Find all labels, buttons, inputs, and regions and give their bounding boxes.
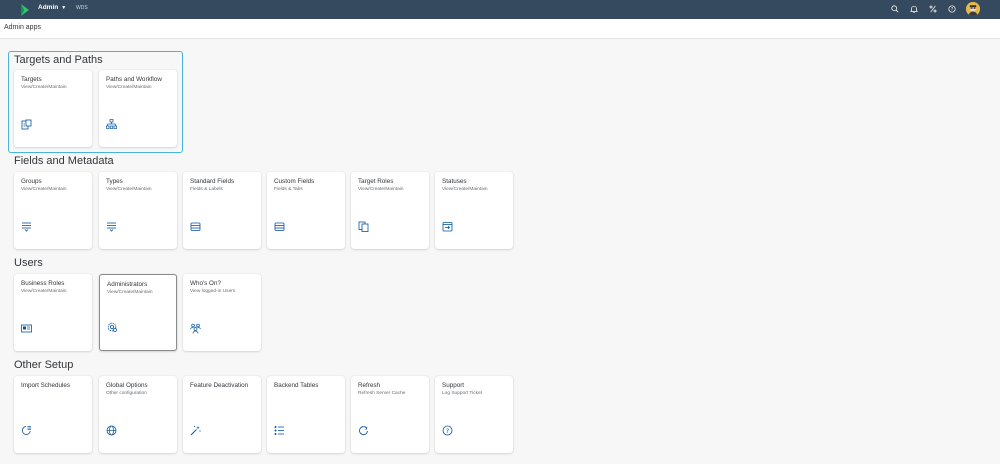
- tile-title: Types: [106, 178, 123, 185]
- globe-icon: [106, 425, 117, 436]
- tile-title: Feature Deactivation: [190, 382, 249, 389]
- admin-gear-icon: [107, 322, 118, 333]
- tile-subtitle: View/Create/Maintain: [442, 186, 488, 192]
- percent-icon[interactable]: [928, 4, 938, 14]
- schedule-icon: [21, 425, 32, 436]
- help-icon: ?: [442, 425, 453, 436]
- tile-global-options[interactable]: Global Options Other configuration: [99, 376, 177, 453]
- shell-bar: Admin ▼ WDS ?: [0, 0, 1000, 19]
- targets-icon: [21, 119, 32, 130]
- tile-title: Custom Fields: [274, 178, 315, 185]
- tile-paths-workflow[interactable]: Paths and Workflow View/Create/Maintain: [99, 70, 177, 147]
- tile-title: Who's On?: [190, 280, 221, 287]
- bullet-list-icon: [274, 425, 285, 436]
- page-title: Admin apps: [4, 24, 41, 31]
- tile-subtitle: Refresh Server Cache: [358, 390, 406, 396]
- tile-statuses[interactable]: Statuses View/Create/Maintain: [435, 172, 513, 249]
- calendar-arrow-icon: [442, 221, 453, 232]
- tile-subtitle: View/Create/Maintain: [358, 186, 404, 192]
- section-title-other-setup: Other Setup: [14, 359, 74, 371]
- tile-title: Groups: [21, 178, 42, 185]
- tile-custom-fields[interactable]: Custom Fields Fields & Tabs: [267, 172, 345, 249]
- tile-import-schedules[interactable]: Import Schedules: [14, 376, 92, 453]
- tile-targets[interactable]: Targets View/Create/Maintain: [14, 70, 92, 147]
- list-down-icon: [106, 221, 117, 232]
- tile-whos-on[interactable]: Who's On? View logged-in Users: [183, 274, 261, 351]
- tile-subtitle: View/Create/Maintain: [21, 84, 67, 90]
- tile-title: Global Options: [106, 382, 148, 389]
- app-title-menu[interactable]: Admin ▼: [38, 4, 66, 11]
- tile-title: Standard Fields: [190, 178, 235, 185]
- section-title-users: Users: [14, 257, 43, 269]
- tile-title: Business Roles: [21, 280, 65, 287]
- wand-icon: [190, 425, 201, 436]
- tile-refresh[interactable]: Refresh Refresh Server Cache: [351, 376, 429, 453]
- tile-title: Administrators: [107, 281, 148, 288]
- tile-support[interactable]: Support Log Support Ticket ?: [435, 376, 513, 453]
- fields-icon: [274, 221, 285, 232]
- id-card-icon: [21, 323, 32, 334]
- tile-subtitle: Log Support Ticket: [442, 390, 482, 396]
- tile-title: Paths and Workflow: [106, 76, 162, 83]
- hierarchy-icon: [106, 119, 117, 130]
- section-title-fields-metadata: Fields and Metadata: [14, 155, 114, 167]
- tile-subtitle: View/Create/Maintain: [106, 84, 152, 90]
- avatar[interactable]: [966, 2, 980, 16]
- tile-subtitle: View/Create/Maintain: [106, 186, 152, 192]
- tile-target-roles[interactable]: Target Roles View/Create/Maintain: [351, 172, 429, 249]
- svg-text:?: ?: [446, 427, 449, 435]
- page-header: Admin apps: [0, 19, 1000, 39]
- search-icon[interactable]: [890, 4, 900, 14]
- tile-title: Import Schedules: [21, 382, 71, 389]
- system-label: WDS: [76, 5, 88, 11]
- tile-subtitle: View logged-in Users: [190, 288, 236, 294]
- tile-types[interactable]: Types View/Create/Maintain: [99, 172, 177, 249]
- tile-administrators[interactable]: Administrators View/Create/Maintain: [99, 274, 177, 351]
- bell-icon[interactable]: [909, 4, 919, 14]
- chevron-down-icon: ▼: [61, 4, 67, 11]
- tile-backend-tables[interactable]: Backend Tables: [267, 376, 345, 453]
- tile-subtitle: Fields & Tabs: [274, 186, 303, 192]
- tile-feature-deactivation[interactable]: Feature Deactivation: [183, 376, 261, 453]
- tile-business-roles[interactable]: Business Roles View/Create/Maintain: [14, 274, 92, 351]
- tile-subtitle: View/Create/Maintain: [107, 289, 153, 295]
- fields-icon: [190, 221, 201, 232]
- tile-groups[interactable]: Groups View/Create/Maintain: [14, 172, 92, 249]
- tile-subtitle: View/Create/Maintain: [21, 288, 67, 294]
- tile-subtitle: Other configuration: [106, 390, 147, 396]
- section-title-targets-paths: Targets and Paths: [14, 54, 103, 66]
- refresh-icon: [358, 425, 369, 436]
- tile-title: Refresh: [358, 382, 381, 389]
- tile-subtitle: Fields & Labels: [190, 186, 223, 192]
- tile-subtitle: View/Create/Maintain: [21, 186, 67, 192]
- list-down-icon: [21, 221, 32, 232]
- help-icon[interactable]: ?: [947, 4, 957, 14]
- tile-title: Statuses: [442, 178, 467, 185]
- tile-title: Target Roles: [358, 178, 394, 185]
- tile-standard-fields[interactable]: Standard Fields Fields & Labels: [183, 172, 261, 249]
- company-logo[interactable]: [20, 3, 30, 16]
- tile-title: Targets: [21, 76, 42, 83]
- tile-title: Support: [442, 382, 465, 389]
- group-icon: [190, 323, 201, 334]
- tile-title: Backend Tables: [274, 382, 319, 389]
- app-title: Admin: [38, 4, 59, 11]
- copy-icon: [358, 221, 369, 232]
